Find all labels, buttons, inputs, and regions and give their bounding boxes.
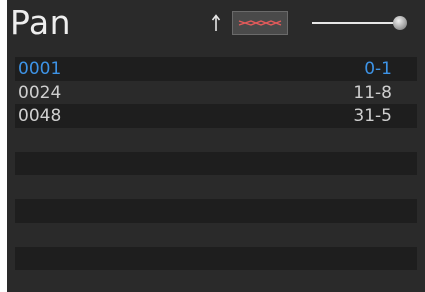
curve-icon — [238, 20, 282, 26]
list-item-id: 0024 — [18, 82, 62, 103]
list-item-value: 0-1 — [364, 58, 392, 79]
pan-list: 0001 0-1 0024 11-8 0048 31-5 — [15, 57, 417, 287]
pan-slider[interactable] — [312, 10, 416, 36]
list-item[interactable]: 0048 31-5 — [15, 104, 417, 129]
empty-row — [15, 246, 417, 271]
curve-button[interactable] — [232, 11, 288, 35]
empty-row — [15, 222, 417, 247]
empty-row — [15, 199, 417, 223]
panel-title: Pan — [10, 3, 72, 42]
list-item-value: 31-5 — [353, 106, 392, 127]
pan-panel: Pan 0001 0-1 0024 11-8 0048 31-5 — [7, 0, 425, 292]
empty-row — [15, 175, 417, 200]
list-item-id: 0048 — [18, 106, 62, 127]
list-item[interactable]: 0001 0-1 — [15, 57, 417, 81]
list-item-id: 0001 — [18, 58, 62, 79]
empty-row — [15, 151, 417, 176]
arrow-up-icon — [211, 14, 221, 31]
list-item-value: 11-8 — [353, 82, 392, 103]
slider-knob[interactable] — [393, 16, 407, 30]
list-item[interactable]: 0024 11-8 — [15, 80, 417, 105]
empty-row — [15, 128, 417, 152]
sort-button[interactable] — [207, 12, 225, 34]
slider-track — [312, 22, 404, 24]
